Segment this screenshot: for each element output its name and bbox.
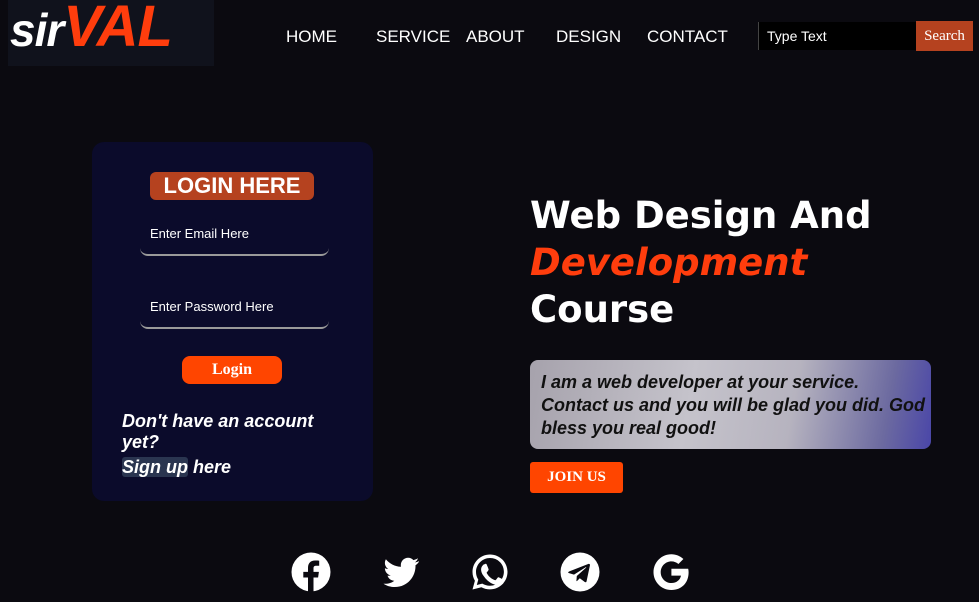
signup-suffix: here <box>188 457 232 477</box>
telegram-icon[interactable] <box>560 552 600 592</box>
no-account-text: Don't have an account yet? <box>122 411 314 452</box>
signup-line: Sign up here <box>122 457 231 478</box>
nav-contact[interactable]: CONTACT <box>647 27 728 47</box>
nav-about[interactable]: ABOUT <box>466 27 525 47</box>
hero-title-line1: Web Design And <box>530 194 872 237</box>
nav-design[interactable]: DESIGN <box>556 27 621 47</box>
page: sirVAL HOME SERVICE ABOUT DESIGN CONTACT… <box>0 0 979 602</box>
nav-home[interactable]: HOME <box>286 27 337 47</box>
login-button[interactable]: Login <box>182 356 282 384</box>
signup-link[interactable]: Sign up <box>122 457 188 477</box>
search-button[interactable]: Search <box>916 21 973 51</box>
login-card: LOGIN HERE Enter Email Here Enter Passwo… <box>92 142 373 501</box>
login-title: LOGIN HERE <box>150 172 314 200</box>
hero-title: Web Design And Development Course <box>530 192 970 333</box>
main-nav: HOME SERVICE ABOUT DESIGN CONTACT <box>0 27 760 49</box>
password-field[interactable]: Enter Password Here <box>140 297 329 329</box>
facebook-icon[interactable] <box>291 552 331 592</box>
hero-quote: I am a web developer at your service. Co… <box>530 360 931 449</box>
google-icon[interactable] <box>651 552 691 592</box>
hero-title-line3: Course <box>530 288 675 331</box>
search-input[interactable]: Type Text <box>758 22 916 50</box>
nav-service[interactable]: SERVICE <box>376 27 450 47</box>
join-us-button[interactable]: JOIN US <box>530 462 623 493</box>
social-icons <box>0 552 979 602</box>
whatsapp-icon[interactable] <box>470 552 510 592</box>
twitter-icon[interactable] <box>381 552 421 592</box>
hero-title-accent: Development <box>530 241 808 284</box>
email-field[interactable]: Enter Email Here <box>140 224 329 256</box>
